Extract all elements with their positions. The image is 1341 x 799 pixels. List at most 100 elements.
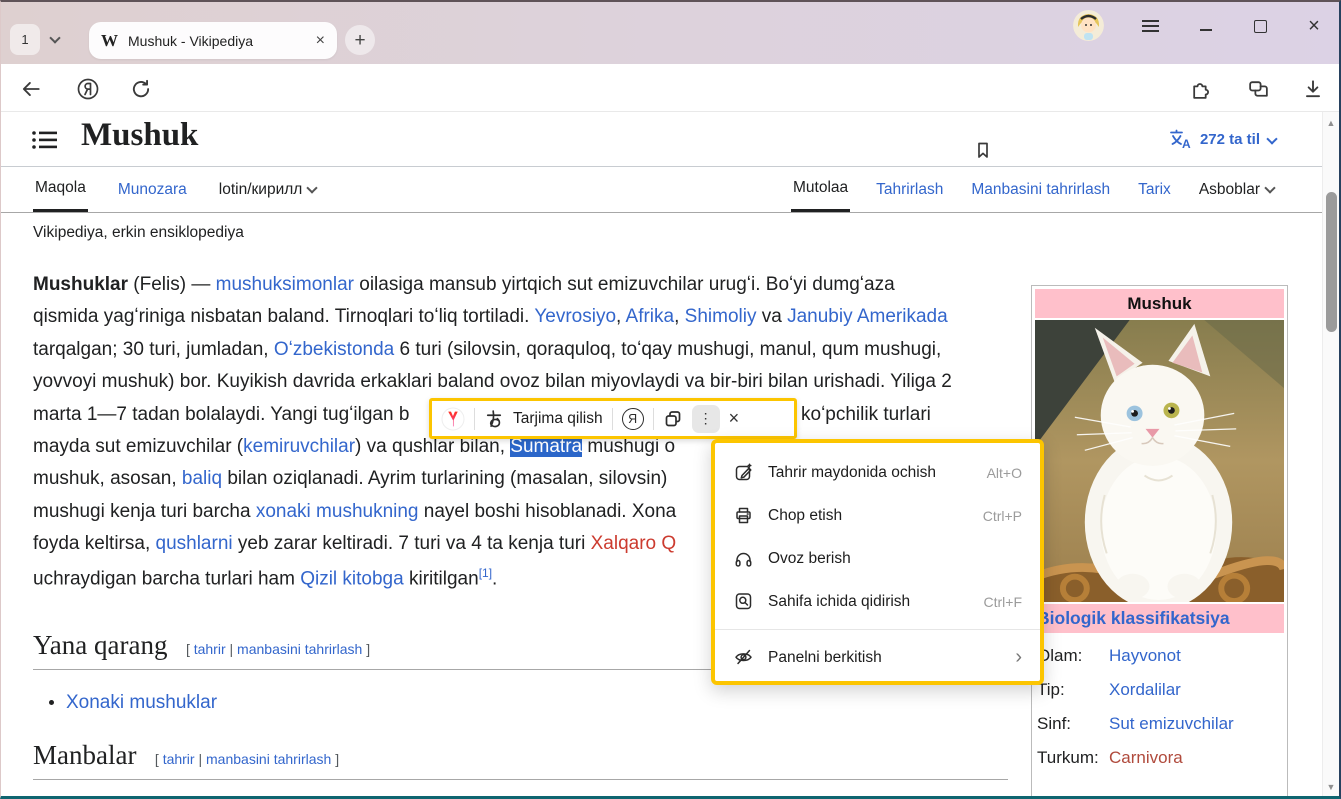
wiki-tab-tarix[interactable]: Tarix bbox=[1136, 167, 1173, 212]
text: ) va qushlar bilan, bbox=[355, 436, 510, 457]
red-link[interactable]: Xalqaro Q bbox=[591, 533, 677, 554]
menu-item-label: Ovoz berish bbox=[768, 550, 851, 568]
edit-link[interactable]: tahrir bbox=[163, 751, 195, 767]
edit-source-link[interactable]: manbasini tahrirlash bbox=[237, 641, 362, 657]
edit-source-link[interactable]: manbasini tahrirlash bbox=[206, 751, 331, 767]
menu-item-ovoz-berish[interactable]: Ovoz berish bbox=[715, 537, 1040, 580]
taxon-link[interactable]: Carnivora bbox=[1109, 748, 1183, 768]
wiki-link[interactable]: Qizil kitobga bbox=[300, 568, 404, 589]
taxon-link[interactable]: Hayvonot bbox=[1109, 646, 1181, 666]
tab-title: Mushuk - Vikipediya bbox=[128, 33, 306, 49]
tab-close-icon[interactable]: × bbox=[316, 33, 325, 49]
more-options-button[interactable]: ⋮ bbox=[692, 405, 720, 433]
yandex-search-button[interactable]: Я bbox=[622, 408, 644, 430]
maximize-icon bbox=[1254, 20, 1267, 33]
language-selector[interactable]: A 272 ta til bbox=[1168, 128, 1276, 150]
browser-tab[interactable]: W Mushuk - Vikipediya × bbox=[89, 22, 337, 59]
yandex-home-button[interactable] bbox=[75, 76, 101, 102]
wiki-link[interactable]: Janubiy Amerikada bbox=[787, 306, 948, 327]
section-title: Manbalar bbox=[33, 740, 136, 770]
minimize-button[interactable] bbox=[1193, 16, 1219, 36]
downloads-button[interactable] bbox=[1300, 76, 1326, 102]
hide-panel-icon bbox=[733, 647, 754, 668]
wiki-link[interactable]: qushlarni bbox=[156, 533, 233, 554]
wiki-tab-maqola[interactable]: Maqola bbox=[33, 167, 88, 212]
text: bilan oziqlanadi. Ayrim turlarining (mas… bbox=[222, 468, 667, 489]
toc-button[interactable] bbox=[31, 128, 59, 157]
text: va bbox=[756, 306, 787, 327]
wiki-link[interactable]: Shimoliy bbox=[685, 306, 757, 327]
separator: | bbox=[195, 751, 206, 767]
taxon-link[interactable]: Xordalilar bbox=[1109, 680, 1181, 700]
reload-button[interactable] bbox=[128, 76, 154, 102]
text: . bbox=[492, 568, 497, 589]
wiki-link[interactable]: baliq bbox=[182, 468, 222, 489]
puzzle-icon bbox=[1190, 78, 1213, 101]
scroll-down-arrow[interactable]: ▼ bbox=[1323, 782, 1339, 792]
wiki-tab-lotin-кирилл[interactable]: lotin/кирилл bbox=[217, 167, 319, 212]
menu-shortcut: Ctrl+F bbox=[984, 594, 1023, 610]
menu-item-sahifa-ichida-qidirish[interactable]: Sahifa ichida qidirishCtrl+F bbox=[715, 580, 1040, 623]
browser-menu-button[interactable] bbox=[1137, 16, 1163, 36]
submenu-chevron-icon: › bbox=[1015, 646, 1022, 669]
translate-button[interactable]: Tarjima qilish bbox=[513, 410, 603, 428]
chevron-down-icon bbox=[307, 182, 318, 193]
tab-list-chevron-icon[interactable] bbox=[49, 32, 60, 43]
close-toolbar-button[interactable]: × bbox=[729, 408, 740, 429]
classification-row: Turkum:Carnivora bbox=[1035, 741, 1284, 775]
text: foyda keltirsa, bbox=[33, 533, 156, 554]
wiki-tab-manbasini-tahrirlash[interactable]: Manbasini tahrirlash bbox=[969, 167, 1112, 212]
menu-item-panelni-berkitish[interactable]: Panelni berkitish› bbox=[715, 636, 1040, 679]
profile-avatar[interactable] bbox=[1073, 10, 1104, 41]
wiki-tab-munozara[interactable]: Munozara bbox=[116, 167, 189, 212]
scroll-up-arrow[interactable]: ▲ bbox=[1323, 118, 1339, 128]
taxon-link[interactable]: Sut emizuvchilar bbox=[1109, 714, 1234, 734]
new-tab-button[interactable]: + bbox=[345, 25, 375, 55]
edit-link[interactable]: tahrir bbox=[194, 641, 226, 657]
menu-item-chop-etish[interactable]: Chop etishCtrl+P bbox=[715, 494, 1040, 537]
page-title: Mushuk bbox=[81, 117, 198, 154]
wiki-tab-mutolaa[interactable]: Mutolaa bbox=[791, 167, 850, 212]
wiki-link[interactable]: xonaki mushukning bbox=[256, 501, 419, 522]
wiki-link[interactable]: mushuksimonlar bbox=[216, 274, 354, 295]
cat-photo bbox=[1035, 320, 1284, 602]
selection-more-menu: Tahrir maydonida ochishAlt+OChop etishCt… bbox=[711, 439, 1044, 685]
wiki-tab-asboblar[interactable]: Asboblar bbox=[1197, 167, 1276, 212]
headphones-icon bbox=[733, 548, 754, 569]
bracket: ] bbox=[362, 641, 370, 657]
wiki-link[interactable]: Oʻzbekistonda bbox=[274, 339, 394, 360]
yandex-circle-icon bbox=[76, 77, 100, 101]
tab-groups-button[interactable] bbox=[1245, 76, 1271, 102]
text: oilasiga mansub yirtqich sut emizuvchila… bbox=[354, 274, 895, 295]
wiki-link[interactable]: kemiruvchilar bbox=[243, 436, 355, 457]
menu-item-tahrir-maydonida-ochish[interactable]: Tahrir maydonida ochishAlt+O bbox=[715, 451, 1040, 494]
back-button[interactable] bbox=[18, 76, 44, 102]
rank-label: Olam: bbox=[1037, 646, 1109, 666]
scrollbar-thumb[interactable] bbox=[1326, 192, 1337, 332]
bookmark-icon[interactable] bbox=[973, 140, 993, 160]
wiki-link[interactable]: Yevrosiyo bbox=[534, 306, 616, 327]
close-window-button[interactable]: × bbox=[1301, 16, 1327, 36]
xonaki-mushuklar-link[interactable]: Xonaki mushuklar bbox=[66, 692, 217, 713]
classification-row: Sinf:Sut emizuvchilar bbox=[1035, 707, 1284, 741]
menu-item-label: Tahrir maydonida ochish bbox=[768, 464, 936, 482]
wiki-tab-tahrirlash[interactable]: Tahrirlash bbox=[874, 167, 945, 212]
copy-icon[interactable] bbox=[663, 409, 683, 429]
wikipedia-favicon: W bbox=[101, 31, 118, 51]
text: mayda sut emizuvchilar ( bbox=[33, 436, 243, 457]
text: kiritilgan bbox=[404, 568, 479, 589]
text: mushuk, asosan, bbox=[33, 468, 182, 489]
extensions-button[interactable] bbox=[1188, 76, 1214, 102]
wiki-link[interactable]: Afrika bbox=[626, 306, 675, 327]
selection-toolbar: Tarjima qilish Я ⋮ × bbox=[429, 398, 797, 439]
text: 6 turi (silovsin, qoraquloq, toʻqay mush… bbox=[394, 339, 941, 360]
page-scrollbar[interactable]: ▲ ▼ bbox=[1322, 112, 1339, 798]
tab-counter[interactable]: 1 bbox=[10, 24, 40, 55]
text: qismida yagʻriniga nisbatan baland. Tirn… bbox=[33, 306, 534, 327]
maximize-button[interactable] bbox=[1247, 16, 1273, 36]
hamburger-icon bbox=[1142, 25, 1159, 27]
bracket: ] bbox=[331, 751, 339, 767]
language-count: 272 ta til bbox=[1200, 131, 1260, 148]
yandex-logo-icon[interactable] bbox=[441, 407, 465, 431]
reference-link[interactable]: [1] bbox=[479, 566, 492, 580]
